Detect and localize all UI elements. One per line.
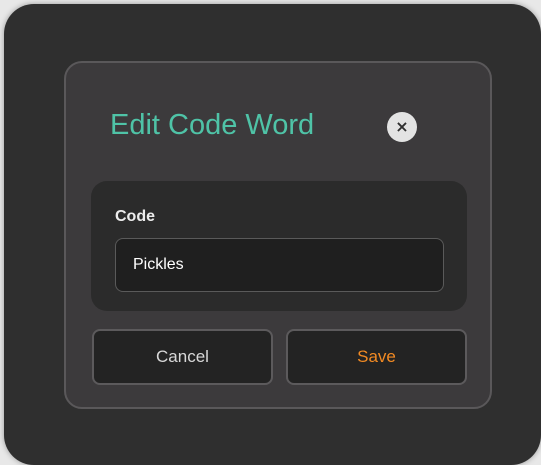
edit-code-word-dialog: Edit Code Word × Code Cancel Save [64,61,492,409]
code-input[interactable] [115,238,444,292]
cancel-button[interactable]: Cancel [92,329,273,385]
close-button[interactable]: × [387,112,417,142]
code-field-panel: Code [91,181,467,311]
modal-backdrop: Edit Code Word × Code Cancel Save [4,4,541,465]
close-icon: × [395,117,409,136]
code-label: Code [115,208,155,225]
dialog-title: Edit Code Word [110,109,315,141]
save-button[interactable]: Save [286,329,467,385]
